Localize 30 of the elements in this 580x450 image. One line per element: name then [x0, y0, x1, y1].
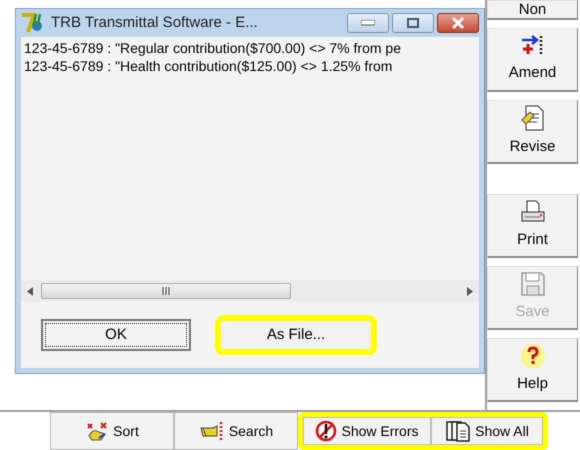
scroll-left-icon[interactable]: [27, 286, 33, 296]
window-title: TRB Transmittal Software - E...: [51, 12, 258, 33]
message-line: 123-45-6789 : "Health contribution($125.00) <> 1.25% from: [24, 57, 394, 75]
sidebar-button[interactable]: Print: [487, 194, 578, 258]
sidebar-button[interactable]: Amend: [487, 28, 578, 92]
toolbar-button[interactable]: Search: [174, 412, 298, 450]
maximize-icon: [407, 18, 419, 28]
ok-button[interactable]: OK: [41, 318, 191, 352]
toolbar-button[interactable]: Show Errors: [303, 417, 431, 445]
scrollbar-thumb[interactable]: [41, 283, 291, 299]
minimize-button[interactable]: [347, 13, 389, 33]
scroll-right-icon[interactable]: [467, 286, 473, 296]
horizontal-scrollbar[interactable]: [21, 280, 479, 302]
question-mark-icon: [520, 343, 546, 370]
document-pencil-icon: [520, 104, 546, 132]
close-icon: [451, 17, 465, 29]
error-sign-icon: [315, 420, 338, 442]
sidebar-button[interactable]: Non: [487, 0, 578, 20]
toolbar-button[interactable]: Sort: [50, 412, 174, 450]
sort-icon: [85, 420, 110, 442]
close-button[interactable]: [437, 13, 479, 33]
sidebar-button[interactable]: Help: [487, 338, 578, 402]
app-logo-icon: [21, 12, 45, 34]
save-as-file-button[interactable]: As File...: [221, 320, 371, 350]
maximize-button[interactable]: [392, 13, 434, 33]
stacked-pages-icon: [445, 420, 472, 442]
toolbar-button[interactable]: Show All: [431, 417, 543, 445]
message-line: 123-45-6789 : "Regular contribution($700.00) <> 7% from pe: [24, 39, 402, 57]
sidebar-button[interactable]: Revise: [487, 100, 578, 164]
minimize-icon: [361, 20, 375, 26]
